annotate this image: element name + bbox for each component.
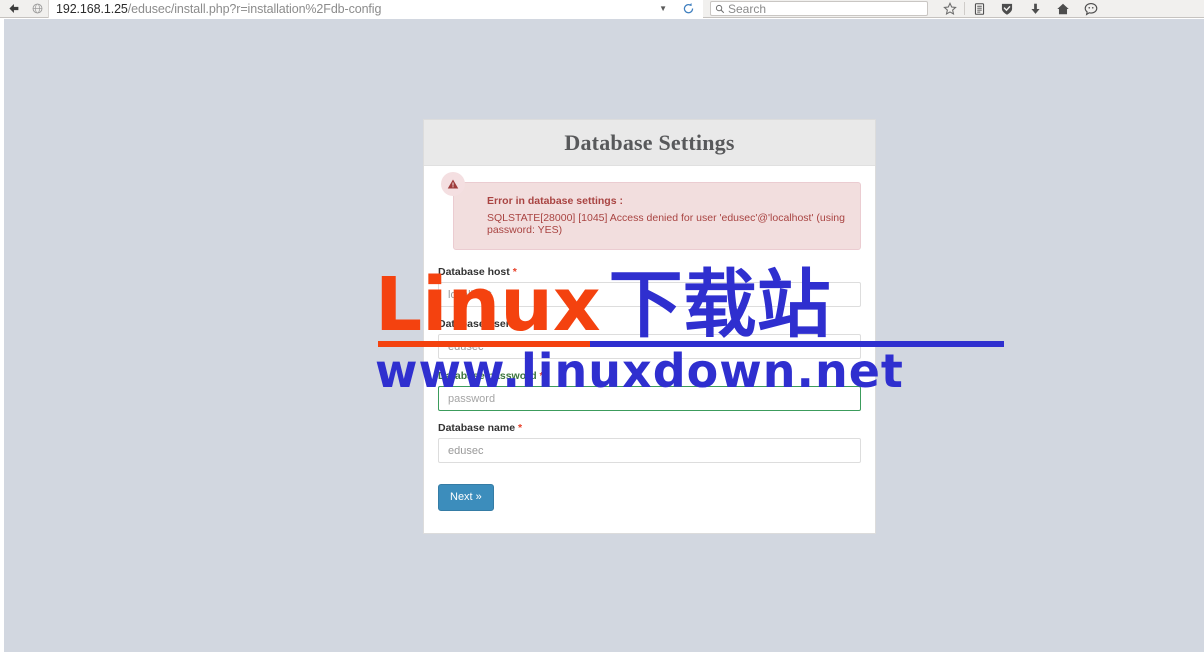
error-alert-message: SQLSTATE[28000] [1045] Access denied for…: [487, 212, 845, 236]
card-header: Database Settings: [424, 120, 875, 166]
search-icon: [715, 4, 725, 14]
star-icon[interactable]: [936, 0, 964, 18]
field-group-database-user: Database user *: [438, 318, 861, 359]
url-path: /edusec/install.php?r=installation%2Fdb-…: [127, 1, 382, 16]
url-bar[interactable]: 192.168.1.25/edusec/install.php?r=instal…: [48, 0, 703, 18]
label-database-user: Database user *: [438, 318, 861, 330]
field-group-database-password: Database password *: [438, 370, 861, 411]
error-alert-box: Error in database settings : SQLSTATE[28…: [453, 182, 861, 250]
url-host: 192.168.1.25: [56, 1, 128, 16]
browser-toolbar: 192.168.1.25/edusec/install.php?r=instal…: [0, 0, 1204, 18]
url-text: 192.168.1.25/edusec/install.php?r=instal…: [56, 2, 381, 16]
label-text-database-user: Database user: [438, 318, 510, 330]
label-database-name: Database name *: [438, 422, 861, 434]
label-text-database-name: Database name: [438, 422, 516, 434]
page-viewport: Database Settings Error in database sett…: [0, 19, 1204, 652]
field-group-database-name: Database name *: [438, 422, 861, 463]
input-database-user[interactable]: [438, 334, 861, 359]
chevron-down-icon[interactable]: ▼: [659, 0, 667, 18]
required-indicator: *: [517, 422, 523, 434]
input-database-host[interactable]: [438, 282, 861, 307]
reader-list-icon[interactable]: [965, 0, 993, 18]
browser-toolbar-icons: [936, 0, 1105, 18]
download-icon[interactable]: [1021, 0, 1049, 18]
search-input[interactable]: Search: [710, 1, 928, 16]
input-database-password[interactable]: [438, 386, 861, 411]
input-database-name[interactable]: [438, 438, 861, 463]
account-icon[interactable]: [1077, 0, 1105, 18]
error-alert: Error in database settings : SQLSTATE[28…: [438, 172, 861, 250]
shield-icon[interactable]: [993, 0, 1021, 18]
required-indicator: *: [512, 266, 517, 278]
next-button[interactable]: Next »: [438, 484, 494, 511]
page-title: Database Settings: [564, 129, 735, 155]
required-indicator: *: [539, 370, 544, 382]
screenshot-root: 192.168.1.25/edusec/install.php?r=instal…: [0, 0, 1204, 652]
page-background: Database Settings Error in database sett…: [4, 19, 1204, 652]
label-database-password: Database password *: [438, 370, 861, 382]
field-group-database-host: Database host *: [438, 266, 861, 307]
database-settings-card: Database Settings Error in database sett…: [423, 119, 876, 534]
label-database-host: Database host *: [438, 266, 861, 278]
warning-triangle-icon: [441, 172, 465, 196]
label-text-database-host: Database host: [438, 266, 510, 278]
error-alert-title: Error in database settings :: [487, 195, 623, 207]
back-arrow-icon[interactable]: [0, 0, 26, 18]
reload-icon[interactable]: [682, 0, 695, 18]
label-text-database-password: Database password: [438, 370, 537, 382]
search-placeholder: Search: [728, 1, 767, 16]
globe-icon: [26, 0, 48, 18]
card-body: Error in database settings : SQLSTATE[28…: [424, 166, 875, 533]
required-indicator: *: [512, 318, 517, 330]
home-icon[interactable]: [1049, 0, 1077, 18]
